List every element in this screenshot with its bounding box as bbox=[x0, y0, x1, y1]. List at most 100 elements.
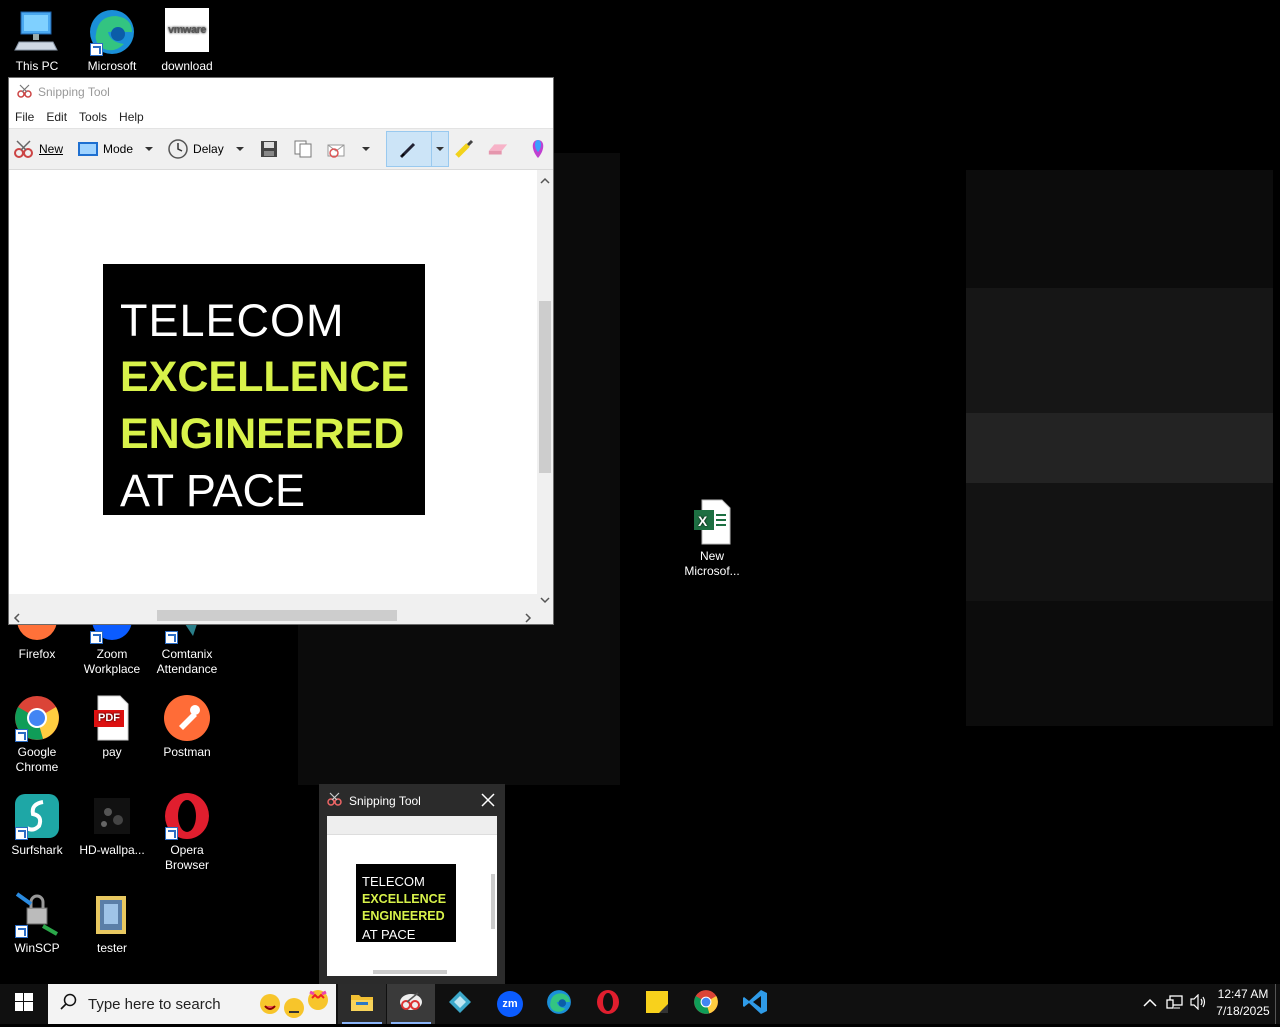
pen-dropdown[interactable] bbox=[430, 132, 448, 166]
thumbnail-snip-box: TELECOM EXCELLENCE ENGINEERED AT PACE bbox=[356, 864, 456, 942]
vertical-scrollbar[interactable] bbox=[537, 170, 553, 610]
desktop-icon-tester[interactable]: tester bbox=[76, 890, 148, 956]
clock[interactable]: 12:47 AM 7/18/2025 bbox=[1212, 986, 1274, 1022]
mode-button-label: Mode bbox=[103, 142, 134, 156]
scroll-up-icon[interactable] bbox=[540, 173, 550, 184]
volume-control[interactable] bbox=[1188, 984, 1210, 1024]
diamond-app-icon bbox=[448, 990, 472, 1019]
search-box[interactable]: Type here to search bbox=[48, 984, 336, 1024]
menu-edit[interactable]: Edit bbox=[40, 110, 73, 124]
thumb-line-at-pace: AT PACE bbox=[362, 926, 416, 942]
desktop-icon-google-chrome[interactable]: Google Chrome bbox=[1, 694, 73, 775]
delay-button[interactable]: Delay bbox=[163, 132, 254, 166]
taskbar-chrome[interactable] bbox=[682, 984, 730, 1024]
scroll-left-icon[interactable] bbox=[12, 610, 22, 623]
new-button[interactable]: New bbox=[9, 132, 67, 166]
taskbar-opera[interactable] bbox=[584, 984, 632, 1024]
taskbar-vscode[interactable] bbox=[731, 984, 779, 1024]
opera-icon bbox=[163, 792, 211, 840]
pdf-file-icon: PDF bbox=[88, 694, 136, 742]
desktop-icon-new-excel[interactable]: X New Microsof... bbox=[676, 498, 748, 579]
chevron-down-icon bbox=[145, 147, 154, 151]
desktop-icon-postman[interactable]: Postman bbox=[151, 694, 223, 760]
background-window-band-1 bbox=[966, 288, 1273, 413]
horizontal-scrollbar[interactable] bbox=[9, 607, 539, 624]
taskbar-zoom[interactable]: zm bbox=[486, 984, 534, 1024]
pdf-badge: PDF bbox=[94, 710, 124, 727]
show-desktop-button[interactable] bbox=[1275, 984, 1280, 1024]
mode-button[interactable]: Mode bbox=[73, 132, 163, 166]
vertical-scroll-thumb[interactable] bbox=[539, 301, 551, 473]
highlighter-button[interactable] bbox=[449, 132, 483, 166]
vscode-icon bbox=[742, 989, 768, 1020]
taskbar: Type here to search zm 12:47 AM 7/18/202… bbox=[0, 984, 1280, 1024]
start-button[interactable] bbox=[0, 984, 48, 1024]
taskbar-app-diamond[interactable] bbox=[436, 984, 484, 1024]
background-window-band-3 bbox=[966, 483, 1273, 601]
vmware-icon: vmware bbox=[165, 8, 209, 52]
chevron-down-icon bbox=[361, 147, 370, 151]
desktop-icon-surfshark[interactable]: Surfshark bbox=[1, 792, 73, 858]
taskbar-snipping-tool[interactable] bbox=[387, 984, 435, 1024]
desktop-icon-microsoft-edge[interactable]: Microsoft Edge bbox=[76, 8, 148, 74]
desktop-icon-label: This PC bbox=[15, 59, 59, 73]
eraser-icon bbox=[487, 138, 509, 160]
scroll-right-icon[interactable] bbox=[523, 610, 533, 623]
window-titlebar[interactable]: Snipping Tool bbox=[9, 78, 553, 106]
taskbar-file-explorer[interactable] bbox=[338, 984, 386, 1024]
desktop-icon-label: Postman bbox=[163, 745, 211, 759]
snipping-tool-window[interactable]: Snipping Tool File Edit Tools Help New M… bbox=[8, 77, 554, 625]
scissors-icon bbox=[327, 792, 343, 809]
edge-icon bbox=[88, 8, 136, 56]
edge-icon bbox=[546, 989, 572, 1020]
taskbar-thumbnail-preview[interactable]: Snipping Tool TELECOM EXCELLENCE ENGINEE… bbox=[319, 784, 505, 984]
send-snip-button[interactable] bbox=[322, 132, 380, 166]
chrome-icon bbox=[13, 694, 61, 742]
desktop-icon-hd-wallpaper[interactable]: HD-wallpa... bbox=[76, 792, 148, 858]
horizontal-scroll-thumb[interactable] bbox=[157, 610, 397, 621]
save-button[interactable] bbox=[254, 132, 288, 166]
desktop-icon-opera[interactable]: Opera Browser bbox=[151, 792, 223, 873]
desktop-icon-label: Zoom Workplace bbox=[83, 647, 141, 676]
menu-bar: File Edit Tools Help bbox=[9, 106, 553, 128]
new-button-label: New bbox=[39, 142, 64, 156]
menu-file[interactable]: File bbox=[9, 110, 40, 124]
clock-icon bbox=[167, 138, 189, 160]
desktop-icon-this-pc[interactable]: This PC bbox=[1, 8, 73, 74]
menu-tools[interactable]: Tools bbox=[73, 110, 113, 124]
network-icon bbox=[1166, 994, 1184, 1015]
eraser-button[interactable] bbox=[483, 132, 517, 166]
copy-button[interactable] bbox=[288, 132, 322, 166]
taskbar-edge[interactable] bbox=[535, 984, 583, 1024]
paint3d-button[interactable] bbox=[523, 132, 557, 166]
desktop-icon-label: Microsoft Edge bbox=[87, 59, 137, 73]
desktop-icon-download[interactable]: vmware download bbox=[151, 8, 223, 74]
desktop-icon-label: tester bbox=[96, 941, 127, 955]
snip-line-at-pace: AT PACE bbox=[120, 465, 306, 516]
thumbnail-hscroll-thumb bbox=[373, 970, 447, 974]
snip-canvas[interactable]: TELECOM EXCELLENCE ENGINEERED AT PACE bbox=[9, 170, 539, 594]
taskbar-sticky-notes[interactable] bbox=[633, 984, 681, 1024]
menu-help[interactable]: Help bbox=[113, 110, 150, 124]
thumbnail-title: Snipping Tool bbox=[349, 793, 421, 808]
desktop-icon-pay[interactable]: PDF pay bbox=[76, 694, 148, 760]
search-placeholder: Type here to search bbox=[88, 995, 221, 1013]
send-email-icon bbox=[326, 138, 348, 160]
emoji-decoration-icon bbox=[256, 986, 332, 1027]
pen-button[interactable] bbox=[385, 131, 449, 167]
scissors-icon bbox=[398, 991, 424, 1018]
close-icon[interactable] bbox=[481, 793, 495, 807]
show-hidden-icons[interactable] bbox=[1140, 984, 1160, 1024]
thumbnail-toolbar bbox=[327, 816, 497, 835]
thumbnail-image: TELECOM EXCELLENCE ENGINEERED AT PACE bbox=[327, 816, 497, 976]
desktop-icon-winscp[interactable]: WinSCP bbox=[1, 890, 73, 956]
scroll-down-icon[interactable] bbox=[540, 592, 550, 604]
chevron-down-icon bbox=[235, 147, 244, 151]
toolbar: New Mode Delay bbox=[9, 128, 553, 170]
clock-time: 12:47 AM bbox=[1217, 987, 1269, 1001]
network-status[interactable] bbox=[1164, 984, 1186, 1024]
opera-icon bbox=[596, 989, 620, 1020]
windows-logo-icon bbox=[15, 992, 33, 1016]
desktop-icon-label: Surfshark bbox=[11, 843, 63, 857]
thumb-line-excellence: EXCELLENCE bbox=[362, 891, 447, 906]
